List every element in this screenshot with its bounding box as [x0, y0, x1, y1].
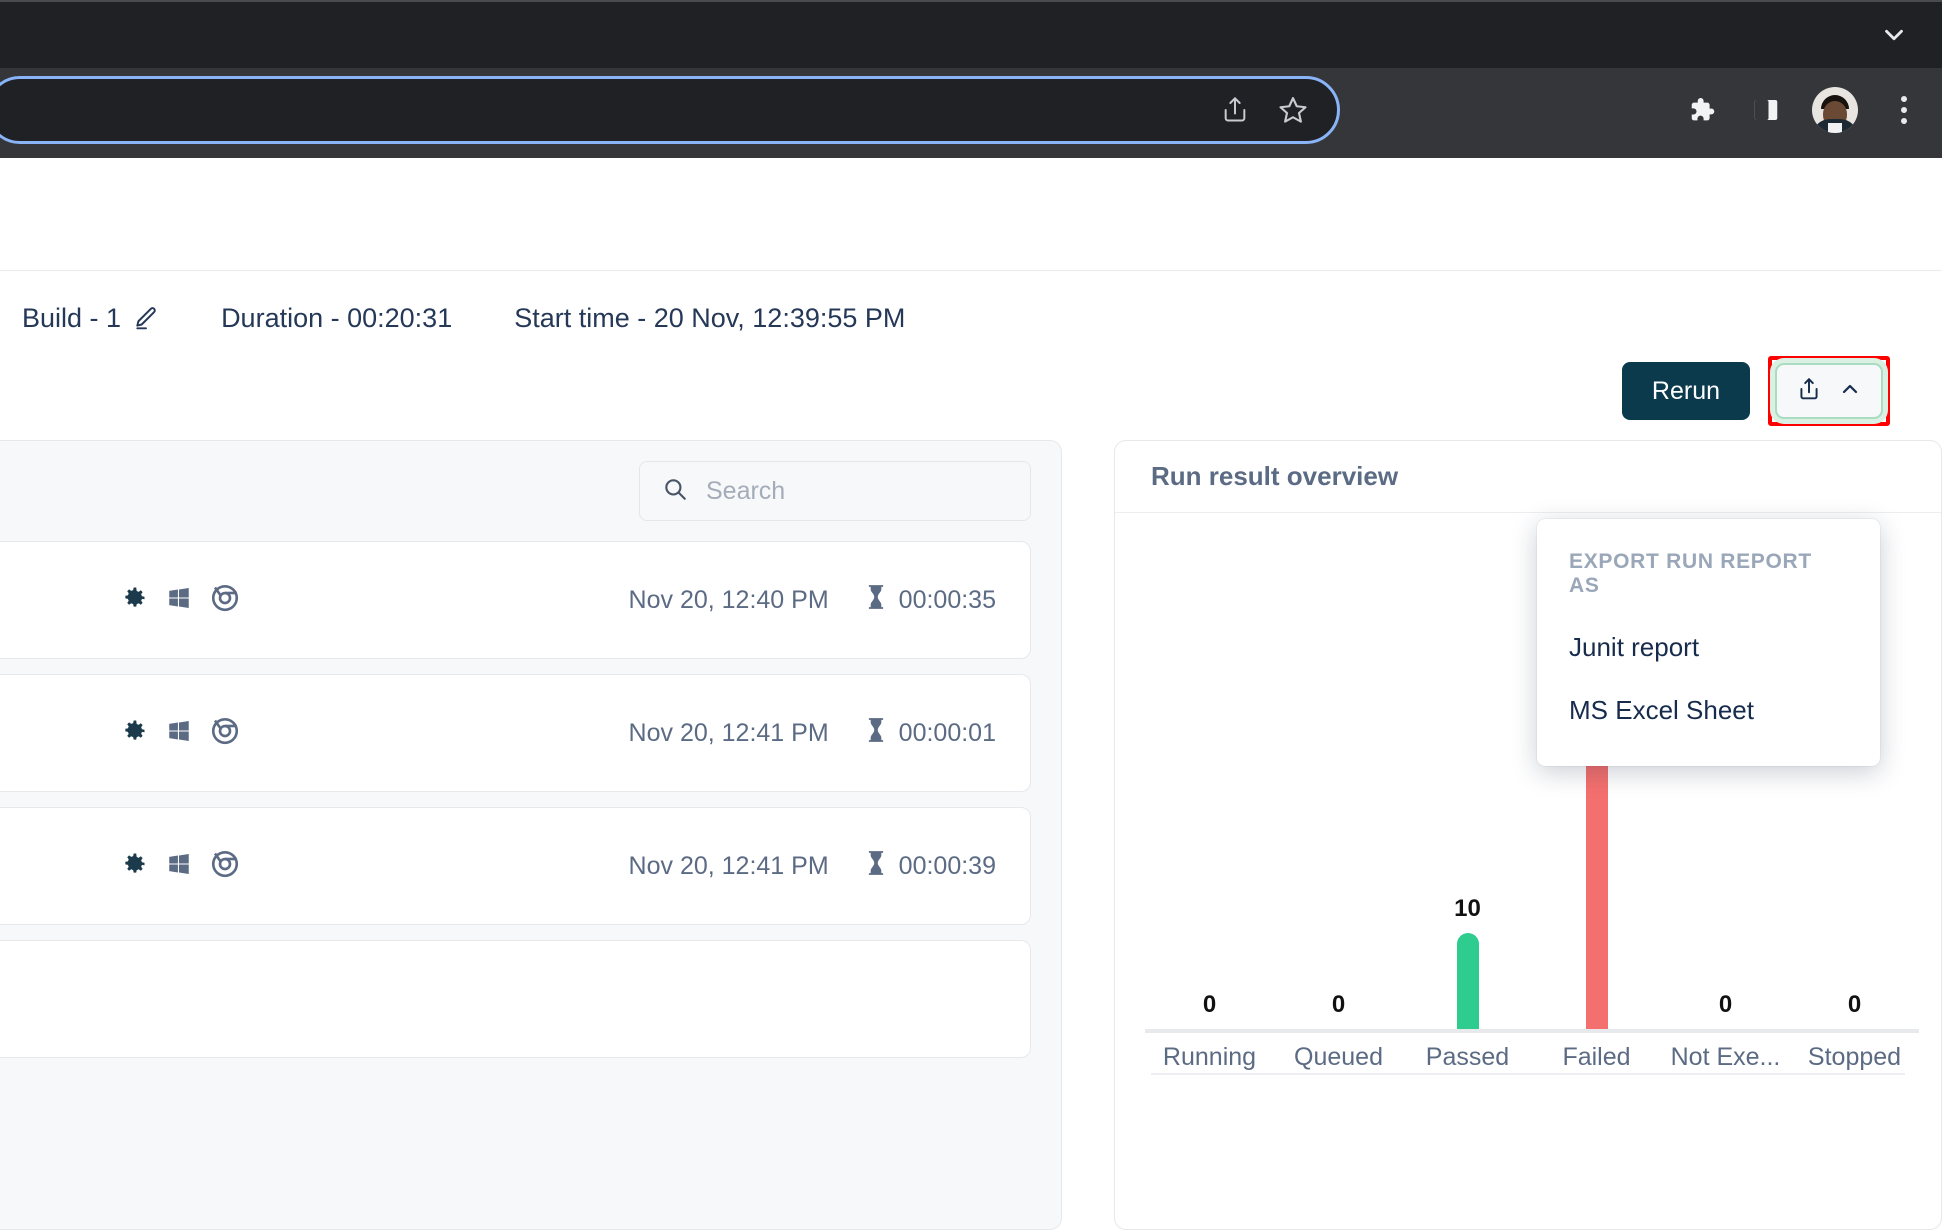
bar-value-passed: 10 [1454, 895, 1481, 922]
duration-label: Duration - 00:20:31 [221, 302, 453, 333]
side-panel-icon[interactable] [1746, 90, 1786, 130]
build-meta-row: Build - 1 Duration - 00:20:31 Start time… [0, 288, 1942, 348]
browser-toolbar-actions [1680, 76, 1924, 144]
export-button-highlight [1768, 356, 1890, 426]
run-list: Nov 20, 12:40 PM 00:00:35 Nov 20, 12:41 … [0, 541, 1061, 1058]
bar-value-queued: 0 [1331, 991, 1346, 1018]
bar-value-not-executed: 0 [1718, 991, 1733, 1018]
puzzle-piece-icon[interactable] [1680, 90, 1720, 130]
run-row-icons [120, 849, 240, 884]
chrome-icon [210, 849, 240, 884]
axis-label-passed: Passed [1425, 1043, 1510, 1071]
avatar[interactable] [1812, 87, 1858, 133]
run-duration: 00:00:39 [865, 850, 996, 883]
axis-label-stopped: Stopped [1807, 1043, 1902, 1071]
search-icon [662, 476, 688, 507]
chart-axis-labels: Running Queued Passed Failed Not Exe... … [1145, 1043, 1919, 1072]
run-timestamp: Nov 20, 12:41 PM [628, 851, 829, 880]
address-bar[interactable] [0, 76, 1340, 144]
pencil-icon[interactable] [133, 305, 159, 331]
run-list-toolbar [0, 441, 1061, 541]
gear-icon [120, 850, 148, 883]
browser-toolbar [0, 68, 1942, 158]
axis-label-queued: Queued [1294, 1043, 1383, 1071]
hourglass-icon [865, 584, 887, 617]
kebab-menu-icon[interactable] [1884, 90, 1924, 130]
browser-tabstrip [0, 0, 1942, 68]
chevron-up-icon [1838, 377, 1862, 406]
gear-icon [120, 584, 148, 617]
bar-value-running: 0 [1202, 991, 1217, 1018]
bar-value-stopped: 0 [1847, 991, 1862, 1018]
run-row-meta: Nov 20, 12:41 PM 00:00:39 [629, 850, 996, 883]
export-menu: EXPORT RUN REPORT AS Junit report MS Exc… [1537, 519, 1880, 766]
run-row-meta: Nov 20, 12:40 PM 00:00:35 [629, 584, 996, 617]
run-row-icons [120, 716, 240, 751]
build-meta-item: Build - 1 [22, 303, 159, 334]
duration-meta-item: Duration - 00:20:31 [221, 303, 452, 334]
share-icon [1796, 376, 1822, 407]
gear-icon [120, 717, 148, 750]
start-time-meta-item: Start time - 20 Nov, 12:39:55 PM [514, 303, 905, 334]
list-item[interactable]: Nov 20, 12:41 PM 00:00:01 [0, 674, 1031, 792]
run-list-panel: Nov 20, 12:40 PM 00:00:35 [0, 440, 1062, 1230]
run-row-icons [120, 583, 240, 618]
list-item[interactable]: Nov 20, 12:41 PM 00:00:39 [0, 807, 1031, 925]
windows-icon [166, 585, 192, 616]
chart-footer-divider [1151, 1073, 1905, 1075]
page-top-band [0, 158, 1942, 271]
axis-label-running: Running [1162, 1043, 1257, 1071]
star-icon[interactable] [1275, 92, 1311, 128]
build-label: Build - 1 [22, 302, 122, 333]
page-title: Run result overview [1151, 461, 1399, 491]
bar-column-queued: 0 [1274, 613, 1403, 1033]
run-duration-value: 00:00:39 [898, 851, 996, 880]
hourglass-icon [865, 850, 887, 883]
share-icon[interactable] [1217, 92, 1253, 128]
bar-column-passed: 10 [1403, 613, 1532, 1033]
browser-chrome [0, 0, 1942, 158]
chevron-down-icon[interactable] [1874, 15, 1914, 55]
search-input[interactable] [706, 476, 1008, 506]
chart-card-header: Run result overview [1115, 441, 1941, 513]
export-menu-item-excel[interactable]: MS Excel Sheet [1537, 679, 1880, 742]
list-item[interactable]: Nov 20, 12:40 PM 00:00:35 [0, 541, 1031, 659]
chrome-icon [210, 716, 240, 751]
bar-passed [1456, 933, 1479, 1033]
avatar-shirt [1828, 123, 1842, 133]
bar-column-running: 0 [1145, 613, 1274, 1033]
search-box[interactable] [639, 461, 1031, 521]
list-item[interactable] [0, 940, 1031, 1058]
run-duration-value: 00:00:35 [898, 585, 996, 614]
windows-icon [166, 851, 192, 882]
export-menu-item-junit[interactable]: Junit report [1537, 616, 1880, 679]
rerun-button[interactable]: Rerun [1621, 362, 1750, 420]
export-menu-title: EXPORT RUN REPORT AS [1569, 550, 1812, 597]
start-time-label: Start time - 20 Nov, 12:39:55 PM [514, 302, 906, 333]
chart-axis-line [1145, 1029, 1919, 1033]
export-button[interactable] [1775, 363, 1883, 419]
run-timestamp: Nov 20, 12:41 PM [628, 718, 829, 747]
run-duration-value: 00:00:01 [898, 718, 996, 747]
run-duration: 00:00:35 [865, 584, 996, 617]
windows-icon [166, 718, 192, 749]
axis-label-failed: Failed [1562, 1043, 1631, 1071]
hourglass-icon [865, 717, 887, 750]
axis-label-not-executed: Not Exe... [1670, 1043, 1781, 1071]
run-row-meta: Nov 20, 12:41 PM 00:00:01 [629, 717, 996, 750]
run-timestamp: Nov 20, 12:40 PM [628, 585, 829, 614]
action-row: Rerun [1621, 356, 1890, 426]
chrome-icon [210, 583, 240, 618]
run-duration: 00:00:01 [865, 717, 996, 750]
